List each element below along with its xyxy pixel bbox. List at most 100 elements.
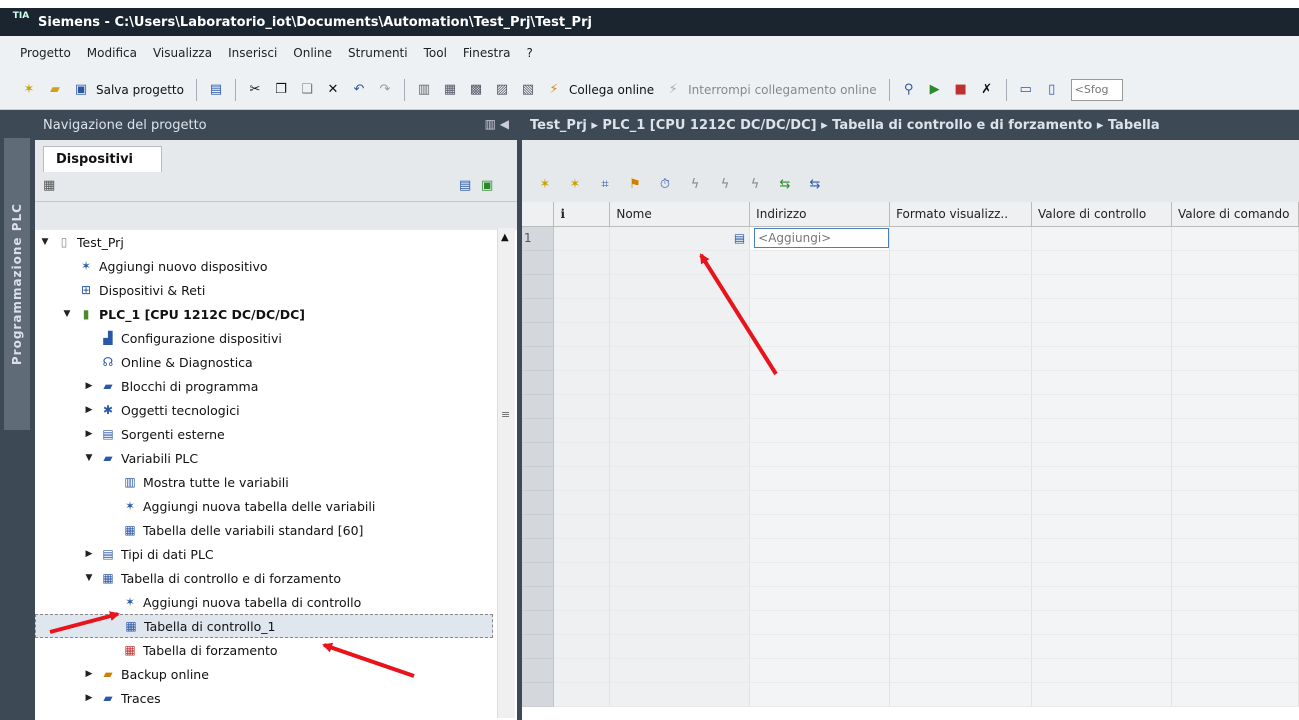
name-cell[interactable] — [609, 418, 751, 443]
info-cell[interactable] — [553, 250, 611, 275]
expanded-arrow-icon[interactable]: ▼ — [61, 309, 73, 319]
table-row[interactable] — [522, 586, 1299, 611]
name-cell[interactable] — [609, 586, 751, 611]
modify-value-cell[interactable] — [1171, 226, 1299, 251]
monitor-value-cell[interactable] — [1031, 514, 1172, 539]
info-cell[interactable] — [553, 298, 611, 323]
expanded-arrow-icon[interactable]: ▼ — [39, 237, 51, 247]
modify-value-cell[interactable] — [1171, 538, 1299, 563]
tree-item[interactable]: ⊞ Dispositivi & Reti — [35, 278, 493, 302]
menu-tool[interactable]: Tool — [424, 46, 447, 60]
table-row[interactable] — [522, 370, 1299, 395]
menu-modifica[interactable]: Modifica — [87, 46, 137, 60]
add-address-field[interactable]: <Aggiungi> — [754, 228, 890, 248]
expanded-arrow-icon[interactable]: ▼ — [83, 453, 95, 463]
address-cell[interactable] — [749, 346, 891, 371]
redo-icon[interactable]: ↷ — [375, 80, 395, 100]
table-row[interactable] — [522, 562, 1299, 587]
table-row[interactable] — [522, 514, 1299, 539]
monitor-value-cell[interactable] — [1031, 610, 1172, 635]
paste-icon[interactable]: ❏ — [297, 80, 317, 100]
modify-value-cell[interactable] — [1171, 418, 1299, 443]
menu-finestra[interactable]: Finestra — [463, 46, 511, 60]
tree-item[interactable]: ▶ ▰ Traces — [35, 686, 493, 710]
name-cell[interactable] — [609, 298, 751, 323]
name-cell[interactable] — [609, 562, 751, 587]
address-cell[interactable] — [749, 514, 891, 539]
accessible-devices-icon[interactable]: ⚲ — [899, 80, 919, 100]
name-cell[interactable] — [609, 442, 751, 467]
menu-visualizza[interactable]: Visualizza — [153, 46, 212, 60]
modify-now-icon[interactable]: ϟ — [685, 174, 705, 194]
address-cell[interactable] — [749, 538, 891, 563]
monitor-value-cell[interactable] — [1031, 490, 1172, 515]
table-row[interactable] — [522, 346, 1299, 371]
display-format-cell[interactable] — [889, 586, 1033, 611]
modify-value-cell[interactable] — [1171, 442, 1299, 467]
monitor-value-cell[interactable] — [1031, 634, 1172, 659]
table-row[interactable] — [522, 634, 1299, 659]
address-cell[interactable] — [749, 610, 891, 635]
open-project-icon[interactable]: ▰ — [45, 80, 65, 100]
display-format-cell[interactable] — [889, 658, 1033, 683]
name-cell[interactable] — [609, 538, 751, 563]
info-cell[interactable] — [553, 658, 611, 683]
add-row-icon[interactable]: ✶ — [565, 174, 585, 194]
details-view-icon[interactable]: ▤ — [459, 178, 471, 193]
name-cell[interactable] — [609, 466, 751, 491]
info-cell[interactable] — [553, 538, 611, 563]
cut-icon[interactable]: ✂ — [245, 80, 265, 100]
export-icon[interactable]: ▣ — [481, 178, 493, 193]
table-row[interactable] — [522, 538, 1299, 563]
modify-trigger-icon[interactable]: ϟ — [715, 174, 735, 194]
modify-value-cell[interactable] — [1171, 514, 1299, 539]
collapsed-arrow-icon[interactable]: ▶ — [83, 669, 95, 679]
tab-dispositivi[interactable]: Dispositivi — [43, 146, 163, 172]
info-cell[interactable] — [553, 682, 611, 707]
monitor-value-cell[interactable] — [1031, 394, 1172, 419]
address-cell[interactable] — [749, 490, 891, 515]
tab-programmazione-plc[interactable]: Programmazione PLC — [4, 138, 30, 430]
monitor-value-cell[interactable] — [1031, 586, 1172, 611]
address-cell[interactable] — [749, 394, 891, 419]
delete-icon[interactable]: ✕ — [323, 80, 343, 100]
tag-select-icon[interactable]: ▤ — [734, 231, 745, 245]
expanded-arrow-icon[interactable]: ▼ — [83, 573, 95, 583]
display-format-cell[interactable] — [889, 610, 1033, 635]
display-format-cell[interactable] — [889, 514, 1033, 539]
split-vertical-icon[interactable]: ▯ — [1042, 80, 1062, 100]
tree-item[interactable]: ▼ ▰ Variabili PLC — [35, 446, 493, 470]
display-format-cell[interactable] — [889, 682, 1033, 707]
tree-item[interactable]: ▶ ▰ Blocchi di programma — [35, 374, 493, 398]
cross-reference-icon[interactable]: ✗ — [977, 80, 997, 100]
modify-value-cell[interactable] — [1171, 250, 1299, 275]
display-format-cell[interactable] — [889, 442, 1033, 467]
monitor-value-cell[interactable] — [1031, 418, 1172, 443]
name-cell[interactable] — [609, 514, 751, 539]
monitor-value-cell[interactable] — [1031, 250, 1172, 275]
monitor-value-cell[interactable] — [1031, 274, 1172, 299]
info-cell[interactable] — [553, 442, 611, 467]
address-cell[interactable] — [749, 250, 891, 275]
table-row[interactable] — [522, 466, 1299, 491]
name-cell[interactable] — [609, 274, 751, 299]
scroll-up-icon[interactable]: ▲ — [501, 232, 509, 243]
info-cell[interactable] — [553, 394, 611, 419]
search-field[interactable]: <Sfog — [1070, 78, 1123, 101]
info-cell[interactable] — [553, 370, 611, 395]
download-icon[interactable]: ▩ — [466, 80, 486, 100]
display-format-cell[interactable] — [889, 418, 1033, 443]
monitor-all-icon[interactable]: ⚑ — [625, 174, 645, 194]
tree-item[interactable]: ▶ ▤ Sorgenti esterne — [35, 422, 493, 446]
display-format-cell[interactable] — [889, 274, 1033, 299]
display-format-cell[interactable] — [889, 322, 1033, 347]
tree-item[interactable]: ▶ ▤ Tipi di dati PLC — [35, 542, 493, 566]
overview-icon[interactable]: ▦ — [43, 178, 55, 193]
info-cell[interactable] — [553, 490, 611, 515]
collapsed-arrow-icon[interactable]: ▶ — [83, 405, 95, 415]
copy-icon[interactable]: ❐ — [271, 80, 291, 100]
table-row[interactable] — [522, 274, 1299, 299]
menu-online[interactable]: Online — [293, 46, 332, 60]
modify-value-cell[interactable] — [1171, 322, 1299, 347]
save-project-button[interactable]: Salva progetto — [96, 83, 184, 97]
